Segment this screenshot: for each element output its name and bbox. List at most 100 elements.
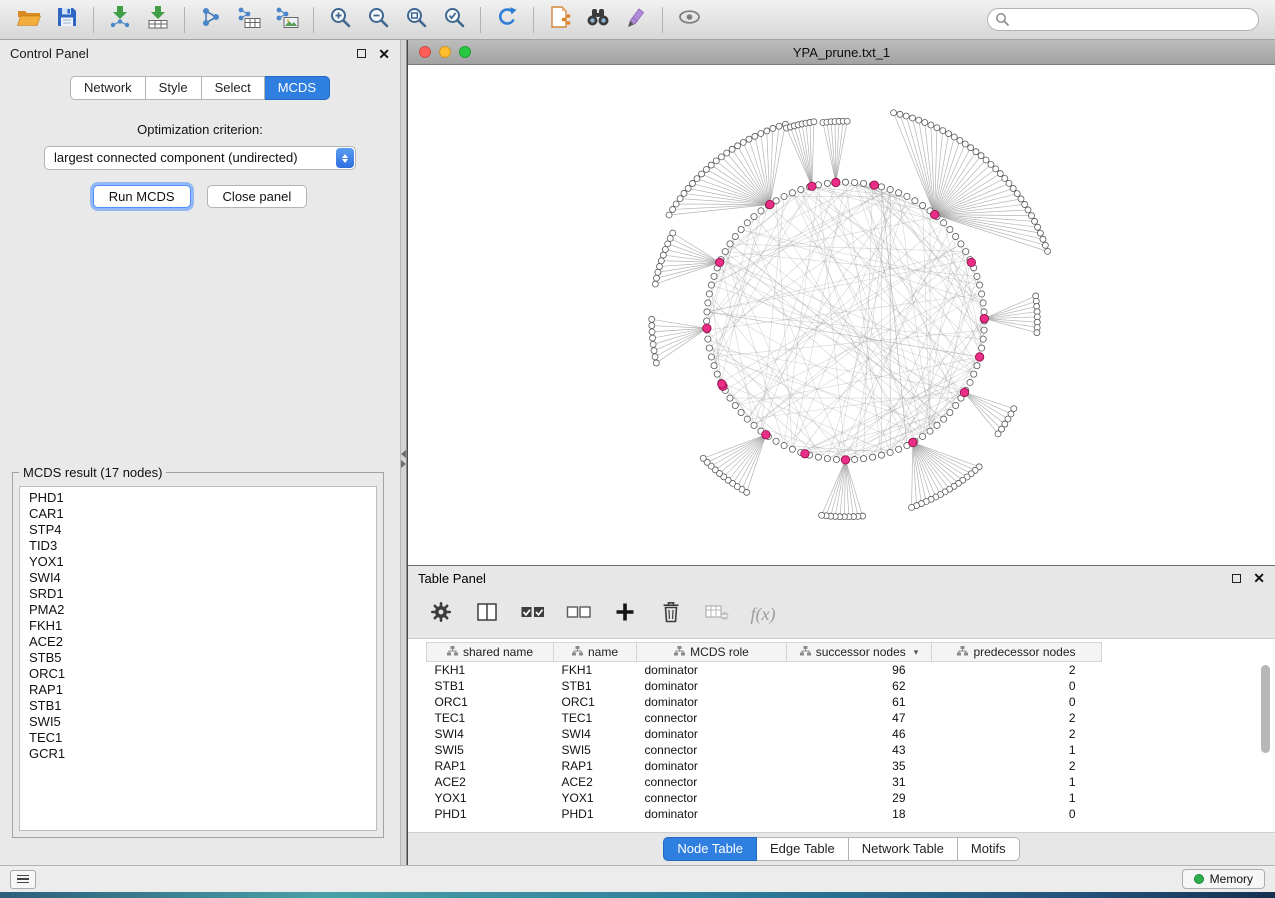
mcds-result-item[interactable]: PHD1 [20,490,376,506]
table-cell[interactable]: PHD1 [554,806,637,822]
export-image-button[interactable] [268,5,306,35]
tab-mcds[interactable]: MCDS [265,76,330,100]
delete-table-button[interactable] [704,601,730,627]
table-cell[interactable]: TEC1 [554,710,637,726]
column-header-mcds-role[interactable]: MCDS role [637,643,787,662]
close-table-panel-icon[interactable]: ✕ [1253,571,1265,585]
network-window-titlebar[interactable]: YPA_prune.txt_1 [408,40,1275,65]
mcds-result-item[interactable]: GCR1 [20,746,376,762]
function-builder-button[interactable]: f(x) [750,601,776,627]
table-cell[interactable]: 2 [932,662,1102,678]
table-cell[interactable]: 0 [932,678,1102,694]
table-cell[interactable]: dominator [637,806,787,822]
table-cell[interactable]: 96 [787,662,932,678]
table-cell[interactable]: dominator [637,758,787,774]
table-row[interactable]: ACE2ACE2connector311 [427,774,1102,790]
memory-button[interactable]: Memory [1182,869,1265,889]
mcds-result-item[interactable]: FKH1 [20,618,376,634]
network-canvas[interactable] [408,65,1275,565]
window-maximize-icon[interactable] [459,46,471,58]
table-row[interactable]: STB1STB1dominator620 [427,678,1102,694]
zoom-fit-button[interactable] [397,5,435,35]
table-cell[interactable]: 2 [932,726,1102,742]
table-cell[interactable]: dominator [637,726,787,742]
table-row[interactable]: TEC1TEC1connector472 [427,710,1102,726]
mcds-result-item[interactable]: TEC1 [20,730,376,746]
column-header-predecessor-nodes[interactable]: predecessor nodes [932,643,1102,662]
table-scrollbar[interactable] [1261,643,1270,826]
delete-column-button[interactable] [658,601,684,627]
column-header-name[interactable]: name [554,643,637,662]
search-binoculars-button[interactable] [579,5,617,35]
zoom-in-button[interactable] [321,5,359,35]
tab-network[interactable]: Network [70,76,146,100]
table-cell[interactable]: 61 [787,694,932,710]
export-table-button[interactable] [230,5,268,35]
mcds-result-item[interactable]: TID3 [20,538,376,554]
network-graph[interactable] [408,65,1275,565]
zoom-selected-button[interactable] [435,5,473,35]
table-cell[interactable]: 31 [787,774,932,790]
close-panel-icon[interactable]: ✕ [378,47,390,61]
table-cell[interactable]: 1 [932,742,1102,758]
table-cell[interactable]: FKH1 [554,662,637,678]
table-cell[interactable]: 62 [787,678,932,694]
table-cell[interactable]: dominator [637,678,787,694]
table-cell[interactable]: ACE2 [427,774,554,790]
table-row[interactable]: YOX1YOX1connector291 [427,790,1102,806]
table-cell[interactable]: ORC1 [554,694,637,710]
import-network-button[interactable] [101,5,139,35]
tab-network-table[interactable]: Network Table [849,837,958,861]
mcds-result-item[interactable]: STP4 [20,522,376,538]
table-row[interactable]: ORC1ORC1dominator610 [427,694,1102,710]
table-cell[interactable]: 1 [932,790,1102,806]
mcds-result-item[interactable]: RAP1 [20,682,376,698]
table-cell[interactable]: YOX1 [427,790,554,806]
mcds-result-item[interactable]: SRD1 [20,586,376,602]
tab-edge-table[interactable]: Edge Table [757,837,849,861]
table-cell[interactable]: dominator [637,694,787,710]
refresh-button[interactable] [488,5,526,35]
table-cell[interactable]: TEC1 [427,710,554,726]
criterion-select[interactable]: largest connected component (undirected) [44,146,356,170]
window-minimize-icon[interactable] [439,46,451,58]
table-row[interactable]: SWI5SWI5connector431 [427,742,1102,758]
export-network-button[interactable] [192,5,230,35]
zoom-out-button[interactable] [359,5,397,35]
mcds-result-item[interactable]: PMA2 [20,602,376,618]
mcds-result-item[interactable]: YOX1 [20,554,376,570]
mcds-result-item[interactable]: ORC1 [20,666,376,682]
mcds-result-item[interactable]: CAR1 [20,506,376,522]
save-button[interactable] [48,5,86,35]
deselect-all-button[interactable] [566,601,592,627]
apply-style-button[interactable] [617,5,655,35]
table-cell[interactable]: 0 [932,806,1102,822]
table-cell[interactable]: 0 [932,694,1102,710]
table-row[interactable]: FKH1FKH1dominator962 [427,662,1102,678]
float-panel-icon[interactable] [357,49,366,58]
mcds-result-list[interactable]: PHD1CAR1STP4TID3YOX1SWI4SRD1PMA2FKH1ACE2… [19,486,377,831]
sort-chevron-icon[interactable]: ▾ [914,647,919,658]
table-cell[interactable]: 43 [787,742,932,758]
mcds-result-item[interactable]: STB1 [20,698,376,714]
table-cell[interactable]: RAP1 [554,758,637,774]
table-cell[interactable]: connector [637,790,787,806]
table-cell[interactable]: 2 [932,758,1102,774]
table-cell[interactable]: 47 [787,710,932,726]
tab-motifs[interactable]: Motifs [958,837,1020,861]
table-cell[interactable]: RAP1 [427,758,554,774]
table-cell[interactable]: SWI5 [427,742,554,758]
table-cell[interactable]: ORC1 [427,694,554,710]
table-row[interactable]: RAP1RAP1dominator352 [427,758,1102,774]
hide-eye-button[interactable] [670,5,708,35]
table-cell[interactable]: FKH1 [427,662,554,678]
share-document-button[interactable] [541,5,579,35]
column-header-successor-nodes[interactable]: successor nodes ▾ [787,643,932,662]
table-cell[interactable]: connector [637,774,787,790]
table-scrollbar-thumb[interactable] [1261,665,1270,753]
table-cell[interactable]: PHD1 [427,806,554,822]
task-history-button[interactable] [10,870,36,889]
float-table-panel-icon[interactable] [1232,574,1241,583]
table-cell[interactable]: 1 [932,774,1102,790]
panel-splitter[interactable] [400,40,407,865]
